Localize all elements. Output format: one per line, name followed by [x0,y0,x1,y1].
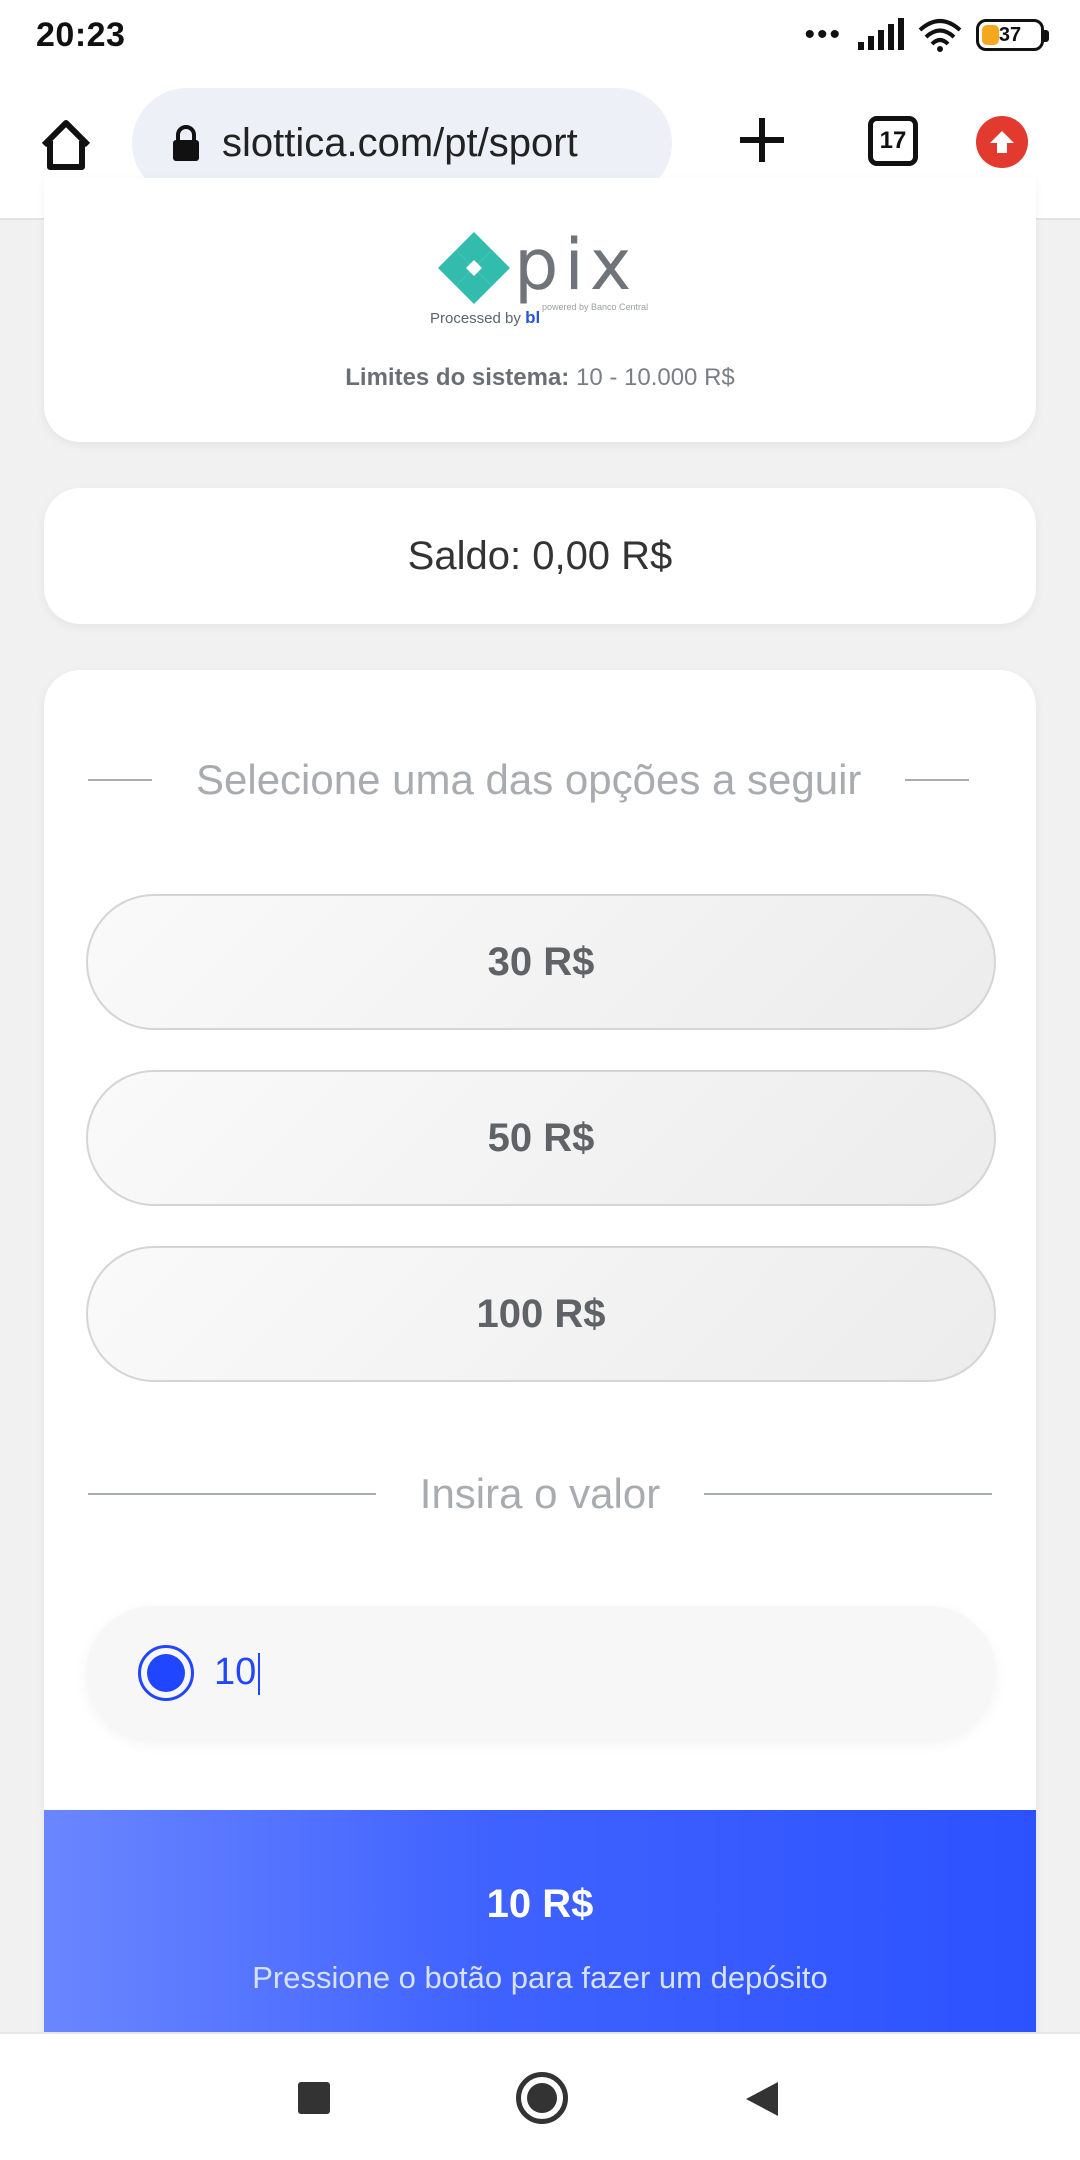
home-circle-icon[interactable] [516,2072,568,2124]
option-30-button[interactable]: 30 R$ [86,894,996,1030]
processed-by: Processed by bl [430,308,540,328]
back-triangle-icon[interactable] [744,2080,780,2118]
amount-section-title: Insira o valor [419,1470,661,1517]
wifi-icon [918,19,962,52]
option-label: 100 R$ [476,1291,606,1336]
status-icons: ••• 37 [804,18,1049,52]
battery-fill [982,25,999,45]
system-nav-bar [0,2032,1080,2160]
system-limits: Limites do sistema: 10 - 10.000 R$ [44,364,1036,392]
divider-right [905,779,970,781]
signal-icon [858,18,904,50]
option-label: 50 R$ [487,1115,595,1160]
home-circle-inner [527,2083,557,2113]
amount-input-value: 10 [214,1651,261,1695]
recent-apps-icon[interactable] [298,2082,330,2114]
pix-subtext: powered by Banco Central [542,302,649,312]
deposit-amount: 10 R$ [486,1882,594,1926]
amount-input[interactable]: 10 [86,1606,996,1740]
processed-by-brand: bl [525,308,541,327]
options-section-title: Selecione uma das opções a seguir [196,756,862,803]
option-label: 30 R$ [487,939,595,984]
amount-value-text: 10 [214,1651,257,1694]
amount-radio[interactable] [138,1645,194,1701]
limits-value: 10 - 10.000 R$ [575,364,735,391]
option-50-button[interactable]: 50 R$ [86,1070,996,1206]
update-button[interactable] [976,116,1028,168]
amount-section-header: Insira o valor [88,1470,992,1518]
lock-icon [173,125,199,161]
home-icon[interactable] [36,115,96,175]
options-section-header: Selecione uma das opções a seguir [88,756,992,804]
balance-card: Saldo: 0,00 R$ [44,488,1036,624]
update-arrow-icon [990,131,1014,153]
pix-text: pix [514,224,638,306]
divider-left [88,1493,376,1495]
status-time: 20:23 [36,15,126,54]
new-tab-plus-icon[interactable] [732,110,792,170]
tabs-count: 17 [879,127,907,154]
deposit-hint: Pressione o botão para fazer um depósito [252,1960,828,1995]
text-caret [258,1652,261,1695]
deposit-form-card: Selecione uma das opções a seguir 30 R$ … [44,670,1036,2090]
radio-dot [147,1654,185,1692]
processed-by-label: Processed by [430,310,521,327]
url-text: slottica.com/pt/sport [222,120,578,165]
notification-dots: ••• [804,18,842,51]
status-bar: 20:23 ••• 37 [0,0,1080,70]
divider-left [88,779,152,781]
tabs-counter-button[interactable]: 17 [868,116,918,166]
limits-label: Limites do sistema: [345,364,570,391]
screen: 20:23 ••• 37 slottica.com/pt/sport 17 pi… [0,0,1080,2160]
battery-icon: 37 [976,19,1049,51]
divider-right [704,1493,992,1495]
battery-level: 37 [998,23,1022,46]
balance-text: Saldo: 0,00 R$ [407,533,673,578]
option-100-button[interactable]: 100 R$ [86,1246,996,1382]
pix-wordmark: pix powered by Banco Central [514,230,648,312]
payment-method-card: pix powered by Banco Central Processed b… [44,178,1036,442]
